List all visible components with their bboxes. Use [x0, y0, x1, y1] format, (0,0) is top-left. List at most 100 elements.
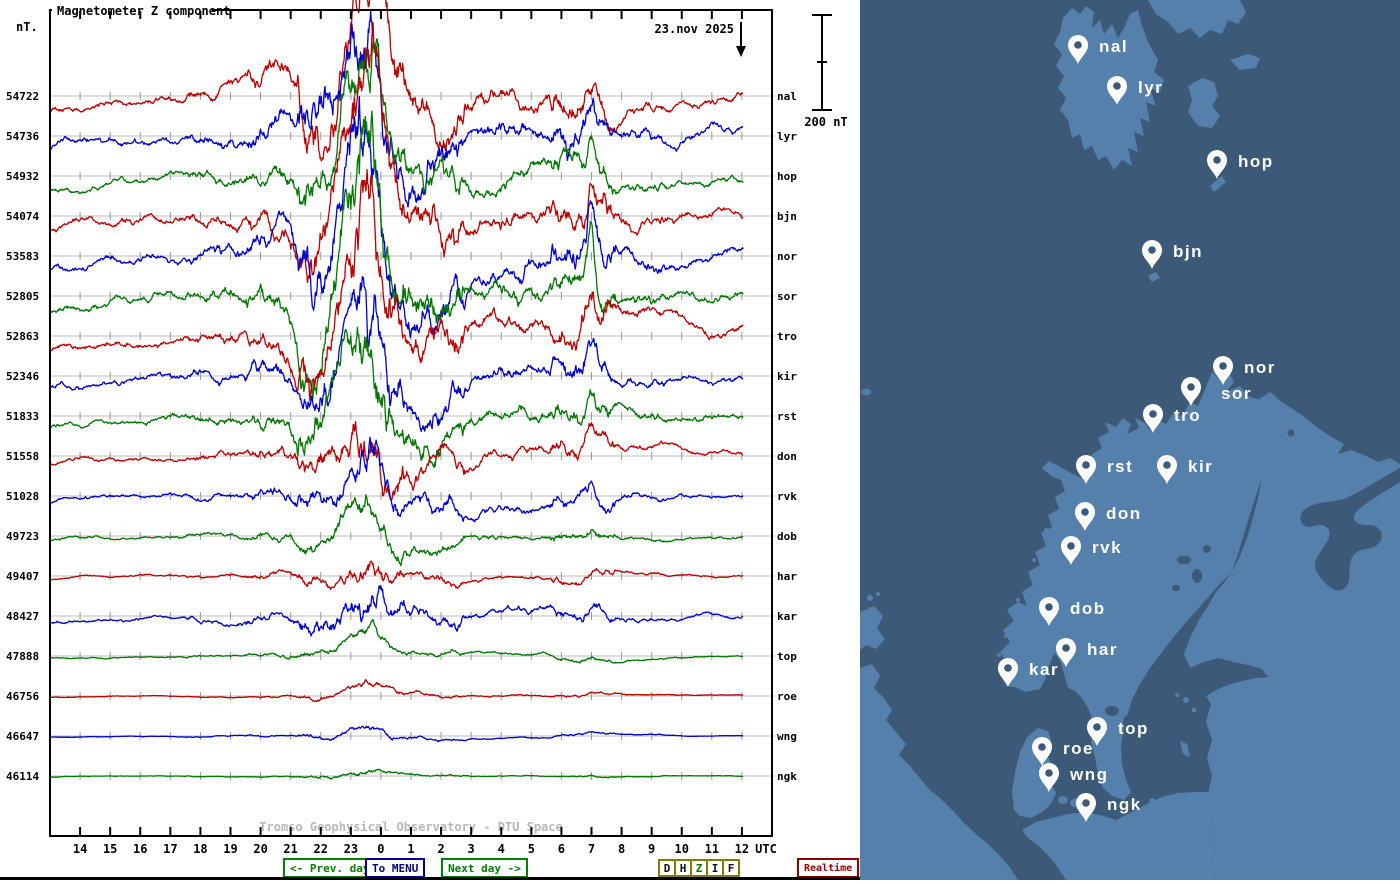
station-label-har: har [777, 570, 797, 583]
station-label-top: top [777, 650, 797, 663]
map-station-label-kir: kir [1188, 457, 1213, 476]
station-label-kar: kar [777, 610, 797, 623]
hour-label-18: 18 [193, 842, 207, 856]
station-label-kir: kir [777, 370, 797, 383]
map-station-label-tro: tro [1174, 406, 1201, 425]
map-station-label-rvk: rvk [1092, 538, 1122, 557]
map-station-label-don: don [1106, 504, 1142, 523]
station-label-tro: tro [777, 330, 797, 343]
map-station-label-wng: wng [1069, 765, 1109, 784]
y-value-nal: 54722 [6, 90, 39, 103]
pin-hole [1045, 769, 1053, 777]
hour-label-10: 10 [675, 842, 689, 856]
hour-label-4: 4 [498, 842, 505, 856]
station-map: nallyrhopbjnnorsortrorstkirdonrvkdobhark… [860, 0, 1400, 880]
map-station-label-nal: nal [1099, 37, 1128, 56]
map-station-label-ngk: ngk [1107, 795, 1142, 814]
hour-label-23: 23 [344, 842, 358, 856]
y-value-tro: 52863 [6, 330, 39, 343]
pin-hole [1149, 410, 1157, 418]
y-value-sor: 52805 [6, 290, 39, 303]
station-map-panel: nallyrhopbjnnorsortrorstkirdonrvkdobhark… [860, 0, 1400, 880]
pin-hole [1163, 461, 1171, 469]
pin-hole [1074, 41, 1082, 49]
hour-label-3: 3 [468, 842, 475, 856]
y-value-wng: 46647 [6, 730, 39, 743]
component-selector[interactable]: DHZIF [658, 859, 740, 877]
station-label-nor: nor [777, 250, 797, 263]
pin-hole [1038, 743, 1046, 751]
hour-label-8: 8 [618, 842, 625, 856]
map-station-label-lyr: lyr [1138, 78, 1163, 97]
station-label-rst: rst [777, 410, 797, 423]
component-button-I[interactable]: I [706, 861, 722, 875]
station-label-rvk: rvk [777, 490, 797, 503]
pin-hole [1062, 644, 1070, 652]
map-station-label-rst: rst [1107, 457, 1133, 476]
pin-hole [1148, 246, 1156, 254]
plot-title: Magnetometer Z component [57, 4, 230, 18]
y-value-top: 47888 [6, 650, 39, 663]
pin-hole [1082, 799, 1090, 807]
y-value-nor: 53583 [6, 250, 39, 263]
scale-bar-label: 200 nT [804, 115, 847, 129]
hour-label-11: 11 [705, 842, 719, 856]
y-value-rvk: 51028 [6, 490, 39, 503]
map-station-label-bjn: bjn [1173, 242, 1203, 261]
y-value-bjn: 54074 [6, 210, 39, 223]
pin-hole [1113, 82, 1121, 90]
map-station-label-roe: roe [1063, 739, 1094, 758]
map-station-label-kar: kar [1029, 660, 1059, 679]
hour-label-12: 12 [735, 842, 749, 856]
station-label-lyr: lyr [777, 130, 797, 143]
hour-label-19: 19 [223, 842, 237, 856]
station-label-don: don [777, 450, 797, 463]
hour-label-7: 7 [588, 842, 595, 856]
x-axis-unit-label: UTC [755, 842, 777, 856]
y-value-rst: 51833 [6, 410, 39, 423]
y-value-kar: 48427 [6, 610, 39, 623]
hour-label-5: 5 [528, 842, 535, 856]
station-label-bjn: bjn [777, 210, 797, 223]
pin-hole [1004, 664, 1012, 672]
component-button-Z[interactable]: Z [690, 861, 706, 875]
hour-label-15: 15 [103, 842, 117, 856]
hour-label-2: 2 [437, 842, 444, 856]
station-label-wng: wng [777, 730, 797, 743]
prev-day-button[interactable]: <- Prev. day [283, 858, 376, 878]
y-value-dob: 49723 [6, 530, 39, 543]
date-label: 23.nov 2025 [655, 22, 734, 36]
hour-label-21: 21 [283, 842, 297, 856]
map-station-label-har: har [1087, 640, 1118, 659]
component-button-D[interactable]: D [660, 861, 674, 875]
hour-label-20: 20 [253, 842, 267, 856]
pin-hole [1093, 723, 1101, 731]
to-menu-button[interactable]: To MENU [365, 858, 425, 878]
pin-hole [1187, 383, 1195, 391]
next-day-button[interactable]: Next day -> [441, 858, 528, 878]
hour-label-14: 14 [73, 842, 87, 856]
station-label-nal: nal [777, 90, 797, 103]
pin-hole [1213, 156, 1221, 164]
station-label-dob: dob [777, 530, 797, 543]
map-station-label-hop: hop [1238, 152, 1274, 171]
component-button-F[interactable]: F [722, 861, 738, 875]
y-value-hop: 54932 [6, 170, 39, 183]
y-value-har: 49407 [6, 570, 39, 583]
y-value-lyr: 54736 [6, 130, 39, 143]
component-button-H[interactable]: H [674, 861, 690, 875]
y-value-kir: 52346 [6, 370, 39, 383]
hour-label-22: 22 [314, 842, 328, 856]
station-label-roe: roe [777, 690, 797, 703]
map-station-label-nor: nor [1244, 358, 1276, 377]
map-station-label-top: top [1118, 719, 1149, 738]
hour-label-16: 16 [133, 842, 147, 856]
y-value-roe: 46756 [6, 690, 39, 703]
hour-label-17: 17 [163, 842, 177, 856]
realtime-button[interactable]: Realtime [797, 858, 859, 878]
pin-hole [1067, 542, 1075, 550]
hour-label-6: 6 [558, 842, 565, 856]
hour-label-0: 0 [377, 842, 384, 856]
station-label-hop: hop [777, 170, 797, 183]
hour-label-9: 9 [648, 842, 655, 856]
